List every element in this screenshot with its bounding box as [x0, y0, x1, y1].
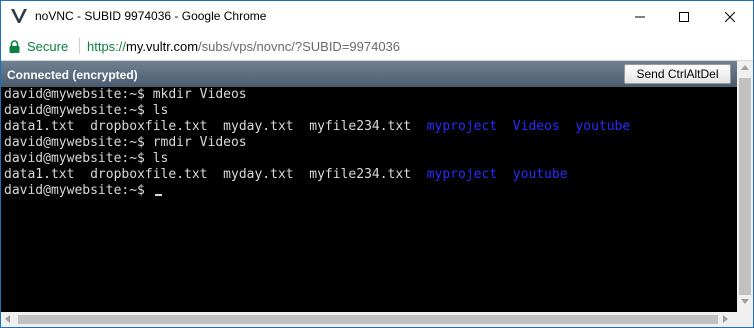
- prompt-text: david@mywebsite:~$: [4, 183, 153, 198]
- file-entry: dropboxfile.txt: [90, 119, 208, 134]
- file-entry: myday.txt: [223, 167, 294, 182]
- minimize-button[interactable]: [617, 1, 662, 32]
- connection-status: Connected (encrypted): [7, 68, 138, 82]
- scroll-up-arrow-icon[interactable]: [741, 65, 749, 70]
- url-host: my.vultr.com: [126, 39, 199, 54]
- lock-icon: [9, 40, 20, 53]
- file-entry: data1.txt: [4, 167, 75, 182]
- address-divider: [79, 38, 80, 54]
- terminal-line: david@mywebsite:~$ ls: [4, 151, 169, 166]
- terminal-line: david@mywebsite:~$ rmdir Videos: [4, 135, 247, 150]
- minimize-icon: [634, 16, 645, 17]
- scroll-left-arrow-icon[interactable]: [5, 315, 10, 323]
- file-entry: myday.txt: [223, 119, 294, 134]
- vertical-scrollbar[interactable]: [737, 61, 753, 312]
- file-entry: dropboxfile.txt: [90, 167, 208, 182]
- url-scheme: https://: [87, 39, 127, 54]
- directory-entry: myproject: [426, 119, 498, 134]
- address-bar[interactable]: Secure https://my.vultr.com/subs/vps/nov…: [1, 32, 753, 61]
- title-bar: noVNC - SUBID 9974036 - Google Chrome: [1, 1, 753, 32]
- horizontal-scroll-thumb[interactable]: [18, 315, 718, 324]
- file-entry: myfile234.txt: [309, 119, 412, 134]
- secure-label[interactable]: Secure: [27, 39, 68, 54]
- terminal-cursor: [154, 194, 162, 196]
- directory-entry: youtube: [575, 119, 631, 134]
- directory-entry: myproject: [426, 167, 498, 182]
- terminal-line: david@mywebsite:~$ mkdir Videos: [4, 87, 247, 102]
- terminal-listing-line: data1.txt dropboxfile.txt myday.txt myfi…: [4, 119, 630, 135]
- terminal-listing-line: data1.txt dropboxfile.txt myday.txt myfi…: [4, 167, 568, 183]
- terminal-line: david@mywebsite:~$ ls: [4, 103, 169, 118]
- vnc-terminal-screen[interactable]: david@mywebsite:~$ mkdir Videos david@my…: [1, 87, 737, 312]
- maximize-icon: [678, 11, 689, 22]
- terminal-prompt-line: david@mywebsite:~$: [4, 183, 162, 199]
- send-ctrl-alt-del-button[interactable]: Send CtrlAltDel: [624, 64, 731, 84]
- browser-window: noVNC - SUBID 9974036 - Google Chrome Se…: [0, 0, 754, 328]
- scrollbar-corner: [737, 312, 753, 327]
- file-entry: data1.txt: [4, 119, 75, 134]
- novnc-logo-icon: [11, 9, 27, 23]
- close-button[interactable]: [707, 1, 752, 32]
- maximize-button[interactable]: [661, 1, 706, 32]
- vnc-status-bar: Connected (encrypted) Send CtrlAltDel: [1, 61, 737, 87]
- url-field[interactable]: https://my.vultr.com/subs/vps/novnc/?SUB…: [87, 39, 400, 54]
- directory-entry: Videos: [512, 119, 560, 134]
- scroll-down-arrow-icon[interactable]: [741, 299, 749, 304]
- close-icon: [724, 11, 735, 22]
- vertical-scroll-thumb[interactable]: [739, 78, 751, 295]
- horizontal-scrollbar[interactable]: [1, 312, 737, 327]
- scroll-right-arrow-icon[interactable]: [723, 315, 728, 323]
- window-title: noVNC - SUBID 9974036 - Google Chrome: [35, 9, 267, 23]
- directory-entry: youtube: [512, 167, 568, 182]
- url-path: /subs/vps/novnc/?SUBID=9974036: [198, 39, 401, 54]
- file-entry: myfile234.txt: [309, 167, 412, 182]
